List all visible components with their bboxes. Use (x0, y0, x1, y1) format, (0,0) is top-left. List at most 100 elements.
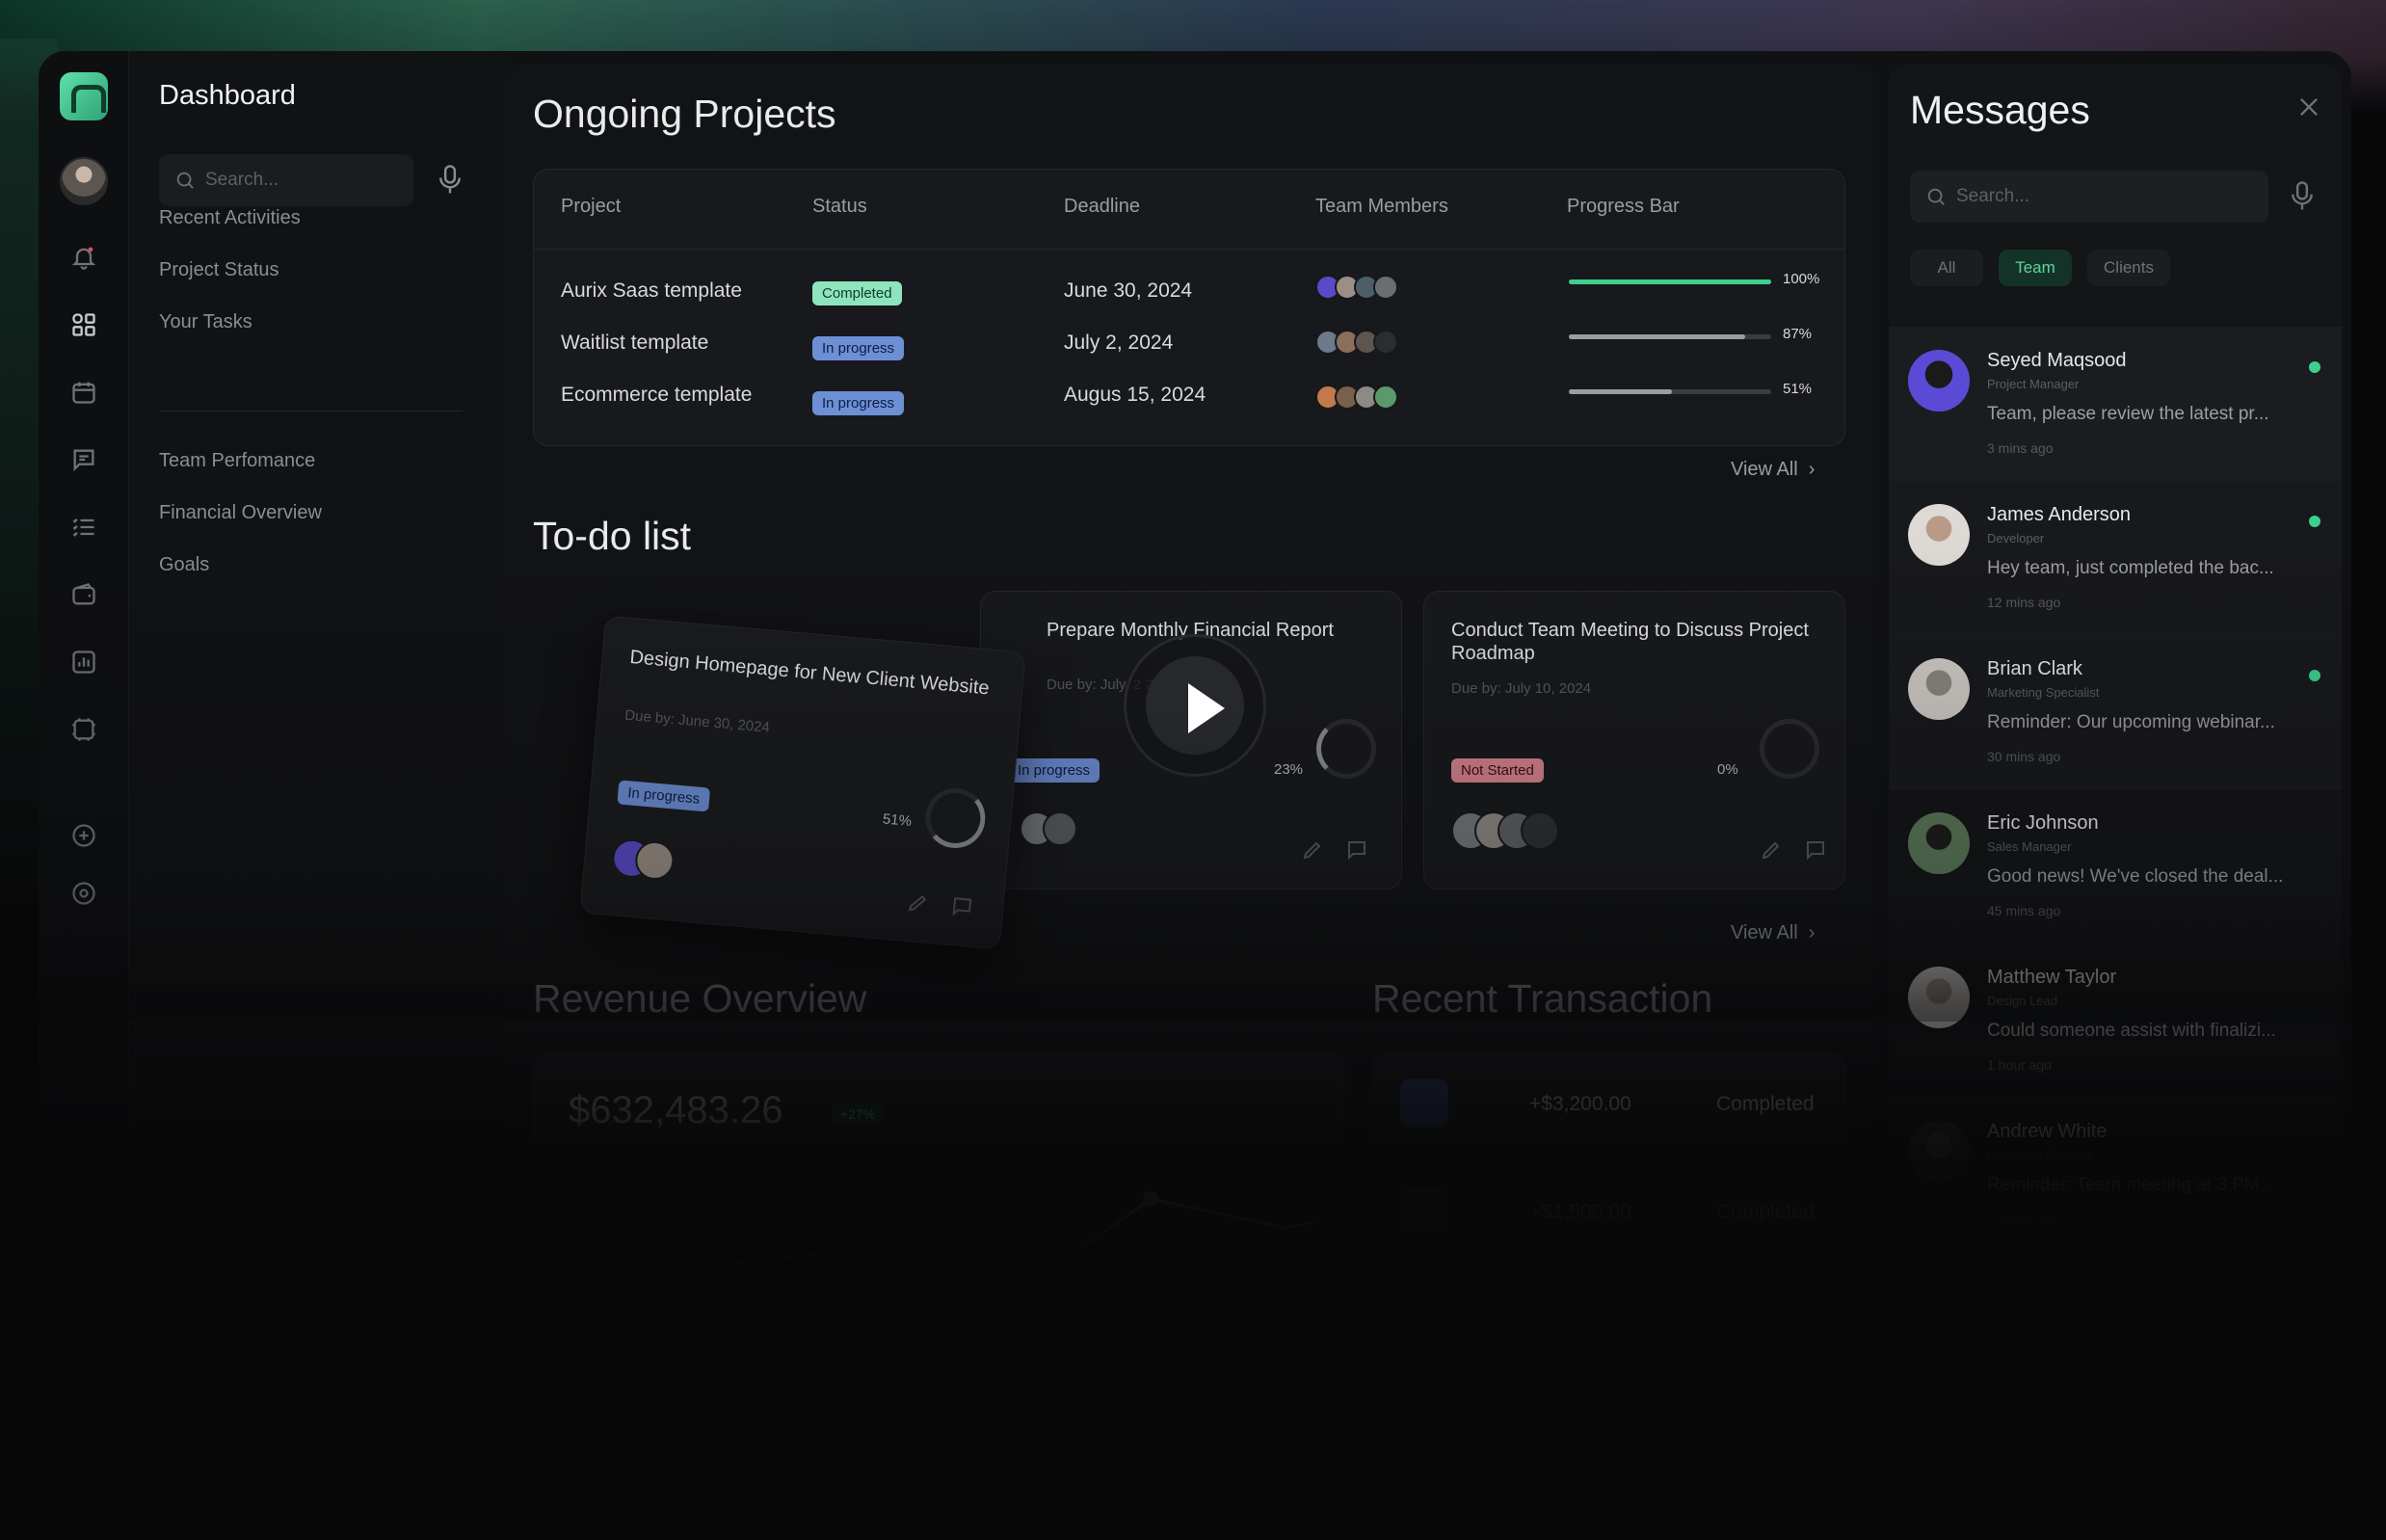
sender-name: Eric Johnson (1987, 812, 2099, 834)
todo-percent: 23% (1274, 761, 1304, 778)
chevron-right-icon: › (1803, 459, 1816, 480)
team-avatars (1315, 385, 1402, 410)
app-logo[interactable] (60, 72, 108, 120)
status-badge: Completed (812, 281, 902, 305)
ai-icon[interactable] (70, 716, 97, 743)
dashboard-icon[interactable] (70, 311, 97, 338)
add-icon[interactable] (70, 822, 97, 849)
nav-item-goals[interactable]: Goals (159, 554, 209, 576)
message-item[interactable]: Matthew Taylor Design Lead Could someone… (1889, 943, 2342, 1098)
messages-panel: Messages All Team Clients Seyed Maqsood … (1889, 65, 2342, 1540)
snowflake-icon (1400, 1079, 1448, 1128)
user-avatar[interactable] (60, 157, 108, 205)
todo-progress-ring (1316, 719, 1376, 779)
nav-search-input[interactable] (205, 154, 398, 206)
filter-team[interactable]: Team (1999, 250, 2072, 286)
close-icon[interactable] (2295, 93, 2322, 120)
bell-icon[interactable] (70, 244, 97, 271)
col-progress: Progress Bar (1567, 196, 1680, 217)
view-all-label: View All (1731, 459, 1798, 480)
play-button[interactable] (1124, 634, 1266, 777)
message-item[interactable]: Eric Johnson Sales Manager Good news! We… (1889, 789, 2342, 943)
messages-search[interactable] (1910, 171, 2268, 223)
message-preview: Could someone assist with finalizi... (1987, 1021, 2276, 1041)
status-badge: In progress (812, 391, 905, 415)
message-item[interactable]: Ryan Martinez (1889, 1252, 2342, 1406)
nav-item-project-status[interactable]: Project Status (159, 259, 279, 281)
progress-bar (1569, 279, 1771, 284)
progress-value: 87% (1783, 326, 1813, 342)
chat-icon[interactable] (70, 446, 97, 473)
chart-icon[interactable] (70, 649, 97, 676)
progress-value: 51% (1783, 381, 1813, 397)
microphone-icon[interactable] (2288, 180, 2317, 213)
message-item[interactable]: Seyed Maqsood Project Manager Team, plea… (1889, 327, 2342, 481)
edit-icon[interactable] (906, 890, 931, 916)
nav-item-recent-activities[interactable]: Recent Activities (159, 207, 301, 229)
todo-avatars (610, 837, 681, 882)
comment-icon[interactable] (949, 894, 974, 919)
avatar (1908, 967, 1970, 1028)
online-indicator (2309, 361, 2320, 373)
messages-search-input[interactable] (1956, 171, 2245, 223)
revenue-card: $632,483.26 +27% (533, 1053, 1344, 1304)
sender-role: Customer Success (1987, 1148, 2093, 1162)
filter-clients[interactable]: Clients (2087, 250, 2170, 286)
avatar (1908, 350, 1970, 412)
nav-item-financial-overview[interactable]: Financial Overview (159, 502, 322, 524)
search-icon (176, 172, 194, 189)
todo-status: Not Started (1451, 758, 1544, 783)
avatar (1908, 812, 1970, 874)
todo-card[interactable]: Conduct Team Meeting to Discuss Project … (1423, 591, 1845, 889)
nav-item-team-performance[interactable]: Team Perfomance (159, 450, 315, 472)
projects-view-all-link[interactable]: View All › (1731, 459, 1815, 481)
comment-icon[interactable] (1804, 838, 1827, 862)
sender-role: Project Manager (1987, 377, 2080, 391)
sender-name: James Anderson (1987, 504, 2131, 525)
progress-fill (1569, 389, 1673, 394)
chevron-right-icon: › (1803, 922, 1816, 943)
online-indicator (2309, 670, 2320, 681)
microphone-icon[interactable] (436, 164, 464, 197)
calendar-icon[interactable] (70, 379, 97, 406)
project-name: Aurix Saas template (561, 279, 742, 302)
edit-icon[interactable] (1760, 838, 1783, 862)
message-item[interactable]: Andrew White Customer Success Reminder: … (1889, 1098, 2342, 1252)
nav-item-your-tasks[interactable]: Your Tasks (159, 311, 252, 333)
message-time: 1 hour ago (1987, 1057, 2052, 1073)
app-window: Dashboard Recent Activities Project Stat… (39, 51, 2351, 1540)
edit-icon[interactable] (1301, 838, 1324, 862)
message-preview: Hey team, just completed the bac... (1987, 558, 2274, 578)
avatar (1908, 504, 1970, 566)
nav-search[interactable] (159, 154, 413, 206)
message-time: 3 mins ago (1987, 440, 2054, 456)
sender-role: Developer (1987, 531, 2045, 545)
search-icon (1927, 188, 1945, 205)
icon-rail (39, 51, 129, 1540)
todo-title-text: Prepare Monthly Financial Report (1047, 620, 1334, 641)
message-time: 30 mins ago (1987, 749, 2061, 764)
projects-title: Ongoing Projects (533, 92, 836, 136)
settings-icon[interactable] (70, 880, 97, 907)
progress-bar (1569, 334, 1771, 339)
col-deadline: Deadline (1064, 196, 1140, 217)
message-time: 45 mins ago (1987, 903, 2061, 918)
transaction-status: Completed (1716, 1201, 1815, 1223)
status-badge: In progress (812, 336, 905, 360)
message-preview: Reminder: Team meeting at 3 PM... (1987, 1175, 2275, 1195)
tasks-icon[interactable] (70, 514, 97, 541)
wallet-icon[interactable] (70, 581, 97, 608)
transaction-amount: +$1,500.00 (1529, 1201, 1631, 1223)
todo-title-text: Design Homepage for New Client Website (628, 646, 991, 700)
comment-icon[interactable] (1345, 838, 1368, 862)
todo-progress-ring (922, 785, 988, 851)
framer-icon (1400, 1187, 1448, 1235)
todo-card-dragging[interactable]: Design Homepage for New Client Website D… (579, 615, 1026, 950)
message-item[interactable]: Brian Clark Marketing Specialist Reminde… (1889, 635, 2342, 789)
filter-all[interactable]: All (1910, 250, 1983, 286)
message-time: 12 mins ago (1987, 595, 2061, 610)
message-item[interactable]: James Anderson Developer Hey team, just … (1889, 481, 2342, 635)
view-all-label: View All (1731, 922, 1798, 943)
sender-role: Marketing Specialist (1987, 685, 2100, 700)
todo-view-all-link[interactable]: View All › (1731, 922, 1815, 944)
